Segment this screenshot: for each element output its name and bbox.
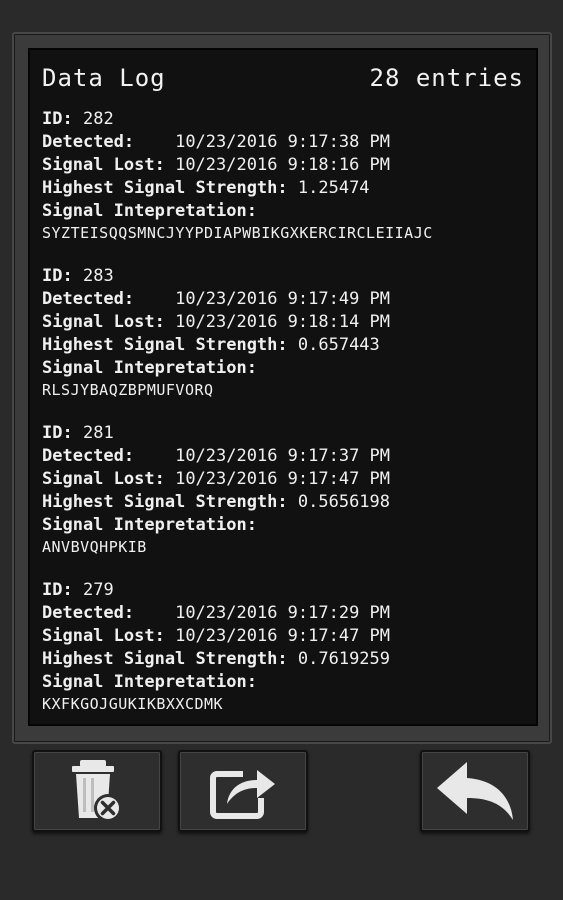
detected-line: Detected: 10/23/2016 9:17:49 PM bbox=[42, 289, 391, 309]
back-button[interactable] bbox=[420, 750, 530, 832]
log-entry: ID: 282 Detected: 10/23/2016 9:17:38 PM … bbox=[42, 108, 530, 244]
strength-line: Highest Signal Strength: 1.25474 bbox=[42, 178, 370, 198]
log-entry: ID: 283 Detected: 10/23/2016 9:17:49 PM … bbox=[42, 265, 530, 401]
share-log-button[interactable] bbox=[178, 750, 308, 832]
signal-lost-line: Signal Lost: 10/23/2016 9:17:47 PM bbox=[42, 626, 391, 646]
data-log-screen[interactable]: Data Log 28 entries ID: 282 Detected: 10… bbox=[28, 48, 538, 726]
log-entry-list[interactable]: ID: 282 Detected: 10/23/2016 9:17:38 PM … bbox=[42, 108, 530, 724]
app-root: Data Log 28 entries ID: 282 Detected: 10… bbox=[0, 0, 563, 900]
detected-line: Detected: 10/23/2016 9:17:37 PM bbox=[42, 446, 391, 466]
log-entry: ID: 281 Detected: 10/23/2016 9:17:37 PM … bbox=[42, 422, 530, 558]
share-export-icon bbox=[210, 770, 275, 819]
delete-log-button[interactable] bbox=[32, 750, 162, 832]
log-entry: ID: 279 Detected: 10/23/2016 9:17:29 PM … bbox=[42, 579, 530, 715]
signal-lost-time: 10/23/2016 9:17:47 PM bbox=[175, 626, 391, 646]
entry-id-line: ID: 282 bbox=[42, 109, 114, 129]
signal-strength: 1.25474 bbox=[297, 178, 370, 198]
back-arrow-icon bbox=[437, 762, 513, 820]
strength-line: Highest Signal Strength: 0.7619259 bbox=[42, 649, 391, 669]
signal-strength: 0.657443 bbox=[297, 335, 380, 355]
log-header: Data Log 28 entries bbox=[30, 50, 536, 102]
log-title: Data Log bbox=[42, 64, 166, 92]
interpretation-label: Signal Intepretation: bbox=[42, 358, 257, 378]
entry-id: 283 bbox=[82, 266, 114, 286]
interpretation-text: KXFKGOJGUKIKBXXCDMK bbox=[42, 695, 224, 713]
entry-id-line: ID: 279 bbox=[42, 580, 114, 600]
signal-lost-time: 10/23/2016 9:18:14 PM bbox=[175, 312, 391, 332]
strength-line: Highest Signal Strength: 0.5656198 bbox=[42, 492, 391, 512]
entry-count: 28 entries bbox=[369, 64, 524, 92]
log-panel-frame: Data Log 28 entries ID: 282 Detected: 10… bbox=[12, 32, 552, 744]
detected-time: 10/23/2016 9:17:37 PM bbox=[175, 446, 391, 466]
entry-id-line: ID: 283 bbox=[42, 266, 114, 286]
detected-time: 10/23/2016 9:17:49 PM bbox=[175, 289, 391, 309]
signal-lost-line: Signal Lost: 10/23/2016 9:18:14 PM bbox=[42, 312, 391, 332]
entry-id: 281 bbox=[82, 423, 114, 443]
detected-time: 10/23/2016 9:17:29 PM bbox=[175, 603, 391, 623]
interpretation-label: Signal Intepretation: bbox=[42, 672, 257, 692]
interpretation-text: RLSJYBAQZBPMUFVORQ bbox=[42, 381, 214, 399]
detected-line: Detected: 10/23/2016 9:17:29 PM bbox=[42, 603, 391, 623]
signal-strength: 0.7619259 bbox=[297, 649, 391, 669]
entry-id: 282 bbox=[82, 109, 114, 129]
entry-id: 279 bbox=[82, 580, 114, 600]
signal-lost-time: 10/23/2016 9:17:47 PM bbox=[175, 469, 391, 489]
interpretation-text: SYZTEISQQSMNCJYYPDIAPWBIKGXKERCIRCLEIIAJ… bbox=[42, 224, 433, 242]
interpretation-text: ANVBVQHPKIB bbox=[42, 538, 147, 556]
interpretation-label: Signal Intepretation: bbox=[42, 201, 257, 221]
detected-time: 10/23/2016 9:17:38 PM bbox=[175, 132, 391, 152]
signal-lost-line: Signal Lost: 10/23/2016 9:17:47 PM bbox=[42, 469, 391, 489]
signal-lost-time: 10/23/2016 9:18:16 PM bbox=[175, 155, 391, 175]
signal-strength: 0.5656198 bbox=[297, 492, 391, 512]
entry-id-line: ID: 281 bbox=[42, 423, 114, 443]
trash-delete-icon bbox=[72, 760, 122, 822]
strength-line: Highest Signal Strength: 0.657443 bbox=[42, 335, 380, 355]
signal-lost-line: Signal Lost: 10/23/2016 9:18:16 PM bbox=[42, 155, 391, 175]
detected-line: Detected: 10/23/2016 9:17:38 PM bbox=[42, 132, 391, 152]
interpretation-label: Signal Intepretation: bbox=[42, 515, 257, 535]
